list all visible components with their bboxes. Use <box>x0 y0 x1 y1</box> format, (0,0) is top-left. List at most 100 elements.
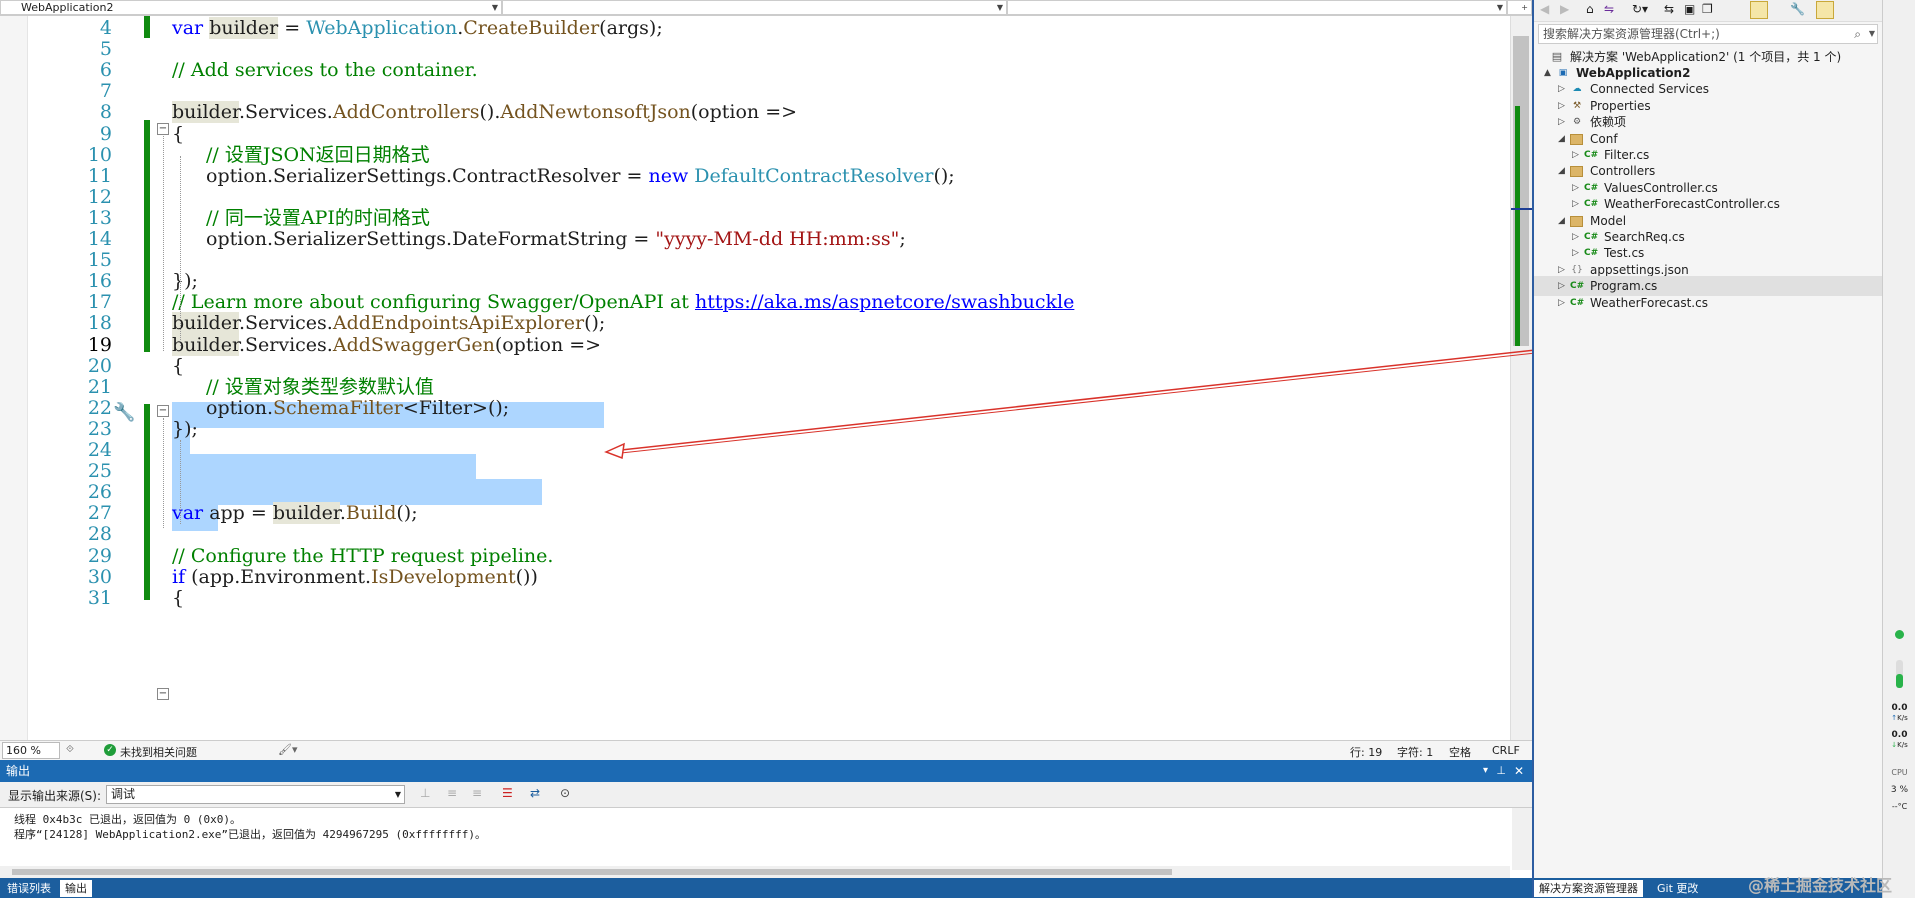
collapse-all-icon[interactable]: ▣ <box>1684 2 1695 16</box>
csharp-file-icon: C# <box>1584 199 1599 210</box>
code-line: 31 { <box>0 586 1510 612</box>
zoom-dropdown[interactable]: 160 % <box>2 742 60 759</box>
pending-changes-icon[interactable]: ↻▾ <box>1632 2 1648 16</box>
code-comment: // Configure the HTTP request pipeline. <box>172 544 554 567</box>
type-dropdown[interactable]: ▼ <box>502 0 1007 15</box>
output-line: 程序“[24128] WebApplication2.exe”已退出，返回值为 … <box>14 828 486 841</box>
csharp-file-icon: C# <box>1584 248 1599 259</box>
clear-all-icon[interactable]: ☰ <box>502 786 513 800</box>
bottom-tab-strip: 错误列表 输出 <box>0 878 1532 898</box>
code-editor[interactable]: 4 var builder = WebApplication.CreateBuil… <box>0 16 1532 740</box>
panel-menu-icon[interactable]: ▾ <box>1483 760 1488 782</box>
csharp-file-icon: C# <box>1584 150 1599 160</box>
csharp-file-icon: C# <box>1584 232 1599 242</box>
folder-icon <box>1570 215 1583 227</box>
tab-error-list[interactable]: 错误列表 <box>2 880 56 897</box>
output-hscrollbar[interactable] <box>0 866 1510 878</box>
tree-item[interactable]: ▷ C# WeatherForecast.cs <box>1534 293 1882 313</box>
pin-icon[interactable] <box>1816 1 1834 19</box>
chevron-down-icon: ▼ <box>1496 3 1503 12</box>
code-text: { <box>172 586 185 609</box>
folder-icon <box>1570 133 1583 145</box>
download-speed: 0.0 <box>1891 730 1908 740</box>
connected-services-icon: ☁ <box>1572 84 1582 95</box>
screwdriver-icon[interactable]: 🔧 <box>113 402 135 423</box>
csharp-file-icon: C# <box>1584 182 1599 193</box>
zoom-level-icon: ⟐ <box>66 744 74 755</box>
vertical-scrollbar[interactable] <box>1510 16 1533 740</box>
plus-icon: + <box>1521 3 1528 12</box>
download-unit: ↓K/s <box>1883 741 1915 749</box>
solution-explorer-toolbar: ◀ ▶ ⌂ ⇋ ↻▾ ⇆ ▣ ❐ 🔧 <box>1534 0 1882 22</box>
find-message-icon[interactable]: ⊥ <box>420 786 430 800</box>
char-indicator: 字符: 1 <box>1397 746 1434 759</box>
output-source-label: 显示输出来源(S): <box>8 789 102 803</box>
meter-fill <box>1896 674 1903 688</box>
previous-message-icon[interactable]: ≡ <box>447 786 457 800</box>
output-title: 输出 <box>6 764 31 778</box>
output-line: 线程 0x4b3c 已退出，返回值为 0 (0x0)。 <box>14 813 241 826</box>
word-wrap-icon[interactable]: ⇄ <box>530 786 540 800</box>
solution-explorer: ◀ ▶ ⌂ ⇋ ↻▾ ⇆ ▣ ❐ 🔧 搜索解决方案资源管理器(Ctrl+;) ⌕… <box>1532 0 1882 898</box>
tree-item-label: WeatherForecast.cs <box>1590 295 1708 310</box>
check-icon: ✓ <box>104 744 116 756</box>
output-source-select[interactable]: 调试 ▼ <box>106 785 405 804</box>
collapse-icon[interactable]: − <box>157 123 169 135</box>
output-text[interactable]: 线程 0x4b3c 已退出，返回值为 0 (0x0)。 程序“[24128] W… <box>0 808 1510 868</box>
preview-selected-icon[interactable] <box>1750 1 1768 19</box>
sync-icon[interactable]: ⇆ <box>1664 2 1674 16</box>
switch-views-icon[interactable]: ⇋ <box>1604 2 1614 16</box>
issues-status[interactable]: 未找到相关问题 <box>120 744 197 760</box>
watermark: @稀土掘金技术社区 <box>1748 876 1893 895</box>
meter-bar <box>1896 660 1903 688</box>
search-icon[interactable]: ⌕ <box>1854 25 1861 43</box>
line-number: 31 <box>87 586 112 609</box>
collapse-icon[interactable]: − <box>157 688 169 700</box>
line-ending-indicator[interactable]: CRLF <box>1492 744 1520 757</box>
solution-search-input[interactable]: 搜索解决方案资源管理器(Ctrl+;) ⌕ ▼ <box>1538 24 1878 44</box>
cpu-value: 3 % <box>1890 785 1909 795</box>
next-message-icon[interactable]: ≡ <box>472 786 482 800</box>
docs-link[interactable]: https://aka.ms/aspnetcore/swashbuckle <box>695 291 1074 313</box>
whitespace-indicator[interactable]: 空格 <box>1449 744 1471 760</box>
status-dot-icon <box>1895 630 1904 639</box>
upload-speed: 0.0 <box>1891 703 1908 713</box>
home-icon[interactable]: ⌂ <box>1586 2 1594 16</box>
chevron-down-icon: ▼ <box>491 3 498 12</box>
system-monitor-strip: 0.0 ↑K/s 0.0 ↓K/s CPU 3 % --°C <box>1882 0 1915 898</box>
pin-icon[interactable]: ⊥ <box>1496 760 1506 782</box>
tab-solution-explorer[interactable]: 解决方案资源管理器 <box>1534 880 1643 897</box>
json-file-icon: {} <box>1571 264 1583 275</box>
csharp-file-icon: C# <box>1570 281 1585 292</box>
editor-status-bar: 160 % ⟐ ✓ 未找到相关问题 🖌▾ 行: 19 字符: 1 空格 CRLF <box>0 740 1532 760</box>
cpu-label: CPU <box>1891 768 1908 777</box>
chevron-down-icon: ▼ <box>996 3 1003 12</box>
properties-icon[interactable]: 🔧 <box>1790 2 1805 16</box>
output-scrollbar[interactable] <box>1512 808 1532 870</box>
close-icon[interactable]: ✕ <box>1514 760 1524 782</box>
scrollbar-thumb[interactable] <box>12 869 1172 875</box>
wrench-icon: ⚒ <box>1572 100 1582 111</box>
output-toolbar: 显示输出来源(S): 调试 ▼ ⊥ ≡ ≡ ☰ ⇄ ⊙ <box>0 782 1532 808</box>
show-all-files-icon[interactable]: ❐ <box>1702 2 1713 16</box>
upload-unit-label: K/s <box>1897 714 1908 722</box>
expand-icon[interactable]: ▷ <box>1558 293 1565 313</box>
project-icon: ▣ <box>1558 68 1568 78</box>
project-dropdown[interactable]: WebApplication2 ▼ <box>0 0 502 15</box>
clock-icon[interactable]: ⊙ <box>560 786 570 800</box>
tab-output[interactable]: 输出 <box>60 880 92 897</box>
dependencies-icon: ⚙ <box>1572 117 1582 128</box>
tab-git-changes[interactable]: Git 更改 <box>1652 880 1703 897</box>
cleanup-icon[interactable]: 🖌▾ <box>278 743 298 756</box>
back-icon[interactable]: ◀ <box>1540 2 1549 16</box>
search-placeholder: 搜索解决方案资源管理器(Ctrl+;) <box>1543 27 1720 41</box>
collapse-icon[interactable]: − <box>157 405 169 417</box>
chevron-down-icon[interactable]: ▼ <box>1869 25 1875 43</box>
navigation-bar: WebApplication2 ▼ ▼ ▼ + <box>0 0 1532 16</box>
change-overview-marker <box>1515 106 1520 346</box>
indent-guide <box>180 156 181 346</box>
split-button[interactable]: + <box>1507 0 1532 15</box>
fold-guide <box>163 418 164 528</box>
forward-icon[interactable]: ▶ <box>1560 2 1569 16</box>
member-dropdown[interactable]: ▼ <box>1007 0 1507 15</box>
